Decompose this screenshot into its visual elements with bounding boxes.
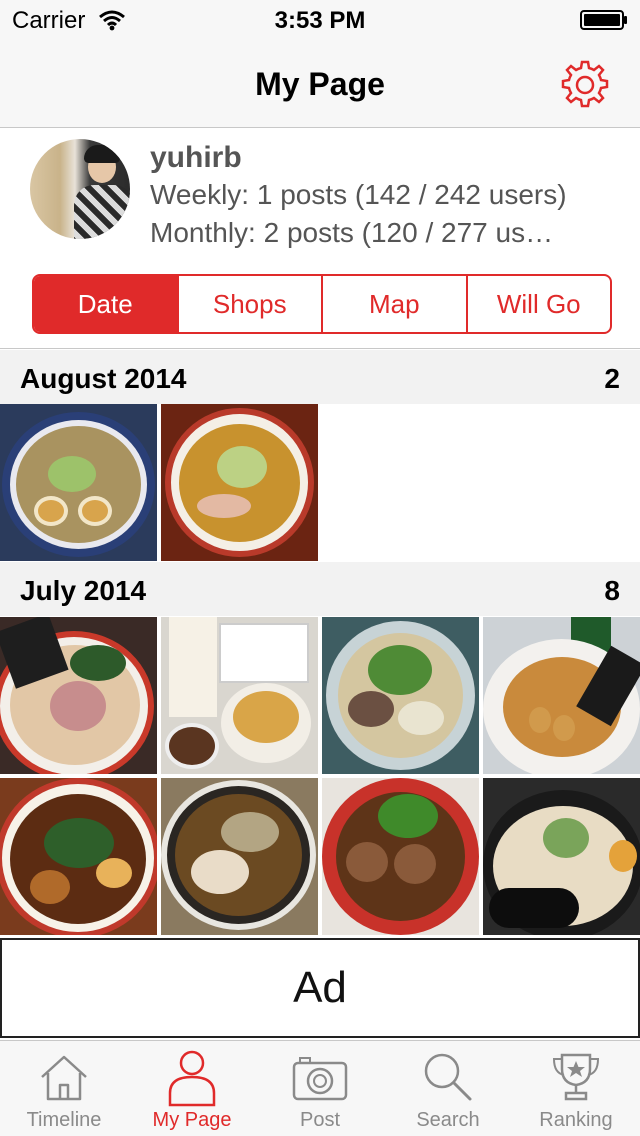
section-count: 8 [604, 575, 620, 606]
view-segmented-control: Date Shops Map Will Go [32, 274, 612, 334]
segment-date[interactable]: Date [34, 276, 179, 332]
segment-shops[interactable]: Shops [179, 276, 323, 332]
photo-thumbnail[interactable] [0, 778, 157, 935]
photo-thumbnail[interactable] [0, 617, 157, 774]
section-title: August 2014 [20, 363, 187, 394]
photo-thumbnail[interactable] [483, 778, 640, 935]
photo-thumbnail[interactable] [322, 778, 479, 935]
weekly-stat: Weekly: 1 posts (142 / 242 users) [150, 179, 567, 210]
ad-label: Ad [293, 963, 347, 1012]
nav-bar: My Page [0, 40, 640, 128]
page-title: My Page [255, 66, 385, 102]
battery-icon [580, 10, 627, 30]
tab-ranking[interactable]: Ranking [512, 1041, 640, 1136]
section-header-july: July 2014 8 [0, 562, 640, 616]
status-bar: Carrier 3:53 PM [0, 0, 640, 40]
status-time: 3:53 PM [274, 7, 366, 34]
person-icon [168, 1050, 216, 1107]
trophy-icon [552, 1053, 600, 1101]
house-icon [41, 1055, 87, 1101]
photo-thumbnail[interactable] [322, 617, 479, 774]
tab-post[interactable]: Post [256, 1041, 384, 1136]
tab-label: Ranking [539, 1109, 613, 1131]
monthly-stat: Monthly: 2 posts (120 / 277 us… [150, 217, 554, 248]
ad-banner[interactable]: Ad [0, 938, 640, 1038]
magnifier-icon [424, 1053, 472, 1101]
photo-thumbnail[interactable] [483, 617, 640, 774]
profile-header: yuhirb Weekly: 1 posts (142 / 242 users)… [0, 129, 640, 259]
tab-my-page[interactable]: My Page [128, 1041, 256, 1136]
tab-label: Search [416, 1109, 480, 1131]
tab-bar: Timeline My Page Post Search Ranking [0, 1040, 640, 1136]
tab-label: Timeline [26, 1109, 102, 1131]
tab-timeline[interactable]: Timeline [0, 1041, 128, 1136]
avatar[interactable] [30, 139, 130, 239]
segment-map[interactable]: Map [323, 276, 468, 332]
tab-search[interactable]: Search [384, 1041, 512, 1136]
divider [0, 348, 640, 349]
photo-thumbnail[interactable] [161, 778, 318, 935]
tab-label: My Page [152, 1109, 232, 1131]
gear-icon[interactable] [558, 58, 612, 112]
photo-thumbnail[interactable] [161, 617, 318, 774]
photo-thumbnail[interactable] [161, 404, 318, 561]
section-count: 2 [604, 363, 620, 394]
username: yuhirb [150, 141, 242, 174]
photo-thumbnail[interactable] [0, 404, 157, 561]
section-title: July 2014 [20, 575, 147, 606]
tab-label: Post [299, 1109, 341, 1131]
segment-will-go[interactable]: Will Go [468, 276, 611, 332]
section-header-august: August 2014 2 [0, 350, 640, 404]
camera-icon [292, 1057, 348, 1101]
